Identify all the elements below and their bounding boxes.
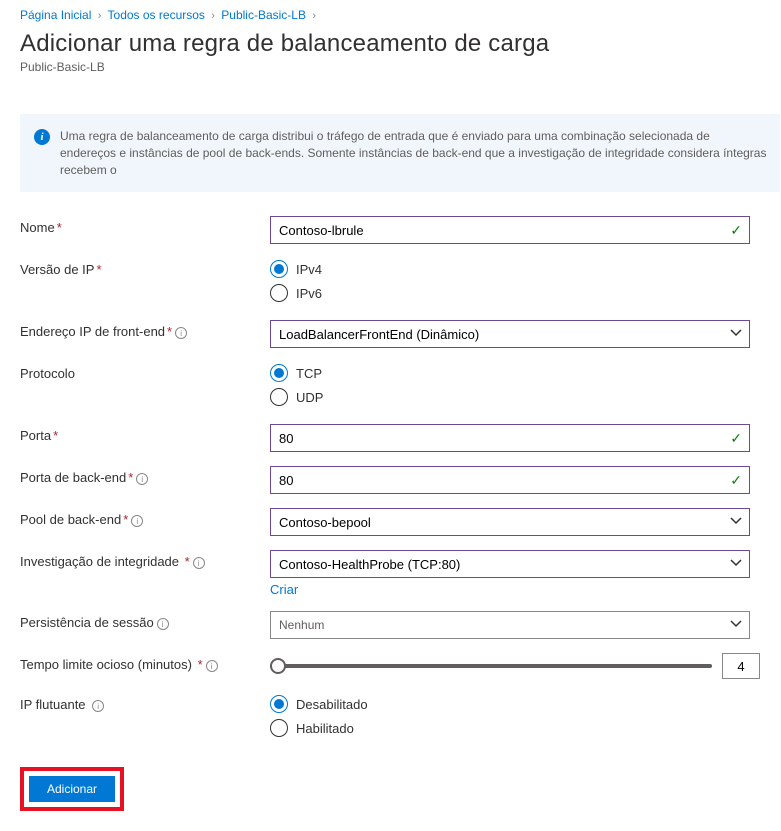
- ipversion-radio-group: IPv4 IPv6: [270, 258, 750, 302]
- idle-timeout-slider[interactable]: [270, 664, 712, 668]
- breadcrumb-home[interactable]: Página Inicial: [20, 8, 91, 22]
- label-floating-ip: IP flutuante i: [20, 693, 270, 712]
- page-title: Adicionar uma regra de balanceamento de …: [20, 30, 781, 58]
- page-subtitle: Public-Basic-LB: [20, 60, 781, 74]
- help-icon[interactable]: i: [193, 557, 205, 569]
- info-icon: i: [34, 129, 50, 145]
- label-protocol: Protocolo: [20, 362, 270, 381]
- udp-radio[interactable]: UDP: [270, 388, 750, 406]
- ipv6-radio[interactable]: IPv6: [270, 284, 750, 302]
- frontend-ip-select[interactable]: LoadBalancerFrontEnd (Dinâmico): [270, 320, 750, 348]
- help-icon[interactable]: i: [206, 660, 218, 672]
- chevron-right-icon: ›: [98, 10, 102, 22]
- add-button-highlight: Adicionar: [20, 767, 124, 811]
- session-persistence-select[interactable]: Nenhum: [270, 611, 750, 639]
- help-icon[interactable]: i: [175, 327, 187, 339]
- breadcrumb-all-resources[interactable]: Todos os recursos: [108, 8, 205, 22]
- create-probe-link[interactable]: Criar: [270, 582, 298, 597]
- label-health-probe: Investigação de integridade *i: [20, 550, 270, 569]
- label-name: Nome*: [20, 216, 270, 235]
- breadcrumb: Página Inicial › Todos os recursos › Pub…: [20, 8, 781, 22]
- floating-ip-disabled-radio[interactable]: Desabilitado: [270, 695, 750, 713]
- backend-port-input[interactable]: [270, 466, 750, 494]
- label-idle-timeout: Tempo limite ocioso (minutos) *i: [20, 653, 270, 672]
- idle-timeout-value[interactable]: [722, 653, 760, 679]
- chevron-right-icon: ›: [312, 10, 316, 22]
- chevron-right-icon: ›: [211, 10, 215, 22]
- label-port: Porta*: [20, 424, 270, 443]
- info-banner: i Uma regra de balanceamento de carga di…: [20, 114, 780, 192]
- name-input[interactable]: [270, 216, 750, 244]
- check-icon: ✓: [730, 222, 742, 239]
- label-backend-pool: Pool de back-end*i: [20, 508, 270, 527]
- ipv4-radio[interactable]: IPv4: [270, 260, 750, 278]
- backend-pool-select[interactable]: Contoso-bepool: [270, 508, 750, 536]
- label-backend-port: Porta de back-end*i: [20, 466, 270, 485]
- label-ipversion: Versão de IP*: [20, 258, 270, 277]
- breadcrumb-resource[interactable]: Public-Basic-LB: [221, 8, 306, 22]
- port-input[interactable]: [270, 424, 750, 452]
- floating-ip-enabled-radio[interactable]: Habilitado: [270, 719, 750, 737]
- add-button[interactable]: Adicionar: [29, 776, 115, 802]
- help-icon[interactable]: i: [157, 618, 169, 630]
- help-icon[interactable]: i: [131, 515, 143, 527]
- info-text: Uma regra de balanceamento de carga dist…: [60, 128, 768, 178]
- check-icon: ✓: [730, 472, 742, 489]
- label-frontend-ip: Endereço IP de front-end*i: [20, 320, 270, 339]
- check-icon: ✓: [730, 430, 742, 447]
- help-icon[interactable]: i: [92, 700, 104, 712]
- protocol-radio-group: TCP UDP: [270, 362, 750, 406]
- help-icon[interactable]: i: [136, 473, 148, 485]
- floating-ip-radio-group: Desabilitado Habilitado: [270, 693, 750, 737]
- tcp-radio[interactable]: TCP: [270, 364, 750, 382]
- slider-thumb[interactable]: [270, 658, 286, 674]
- label-session-persistence: Persistência de sessãoi: [20, 611, 270, 630]
- health-probe-select[interactable]: Contoso-HealthProbe (TCP:80): [270, 550, 750, 578]
